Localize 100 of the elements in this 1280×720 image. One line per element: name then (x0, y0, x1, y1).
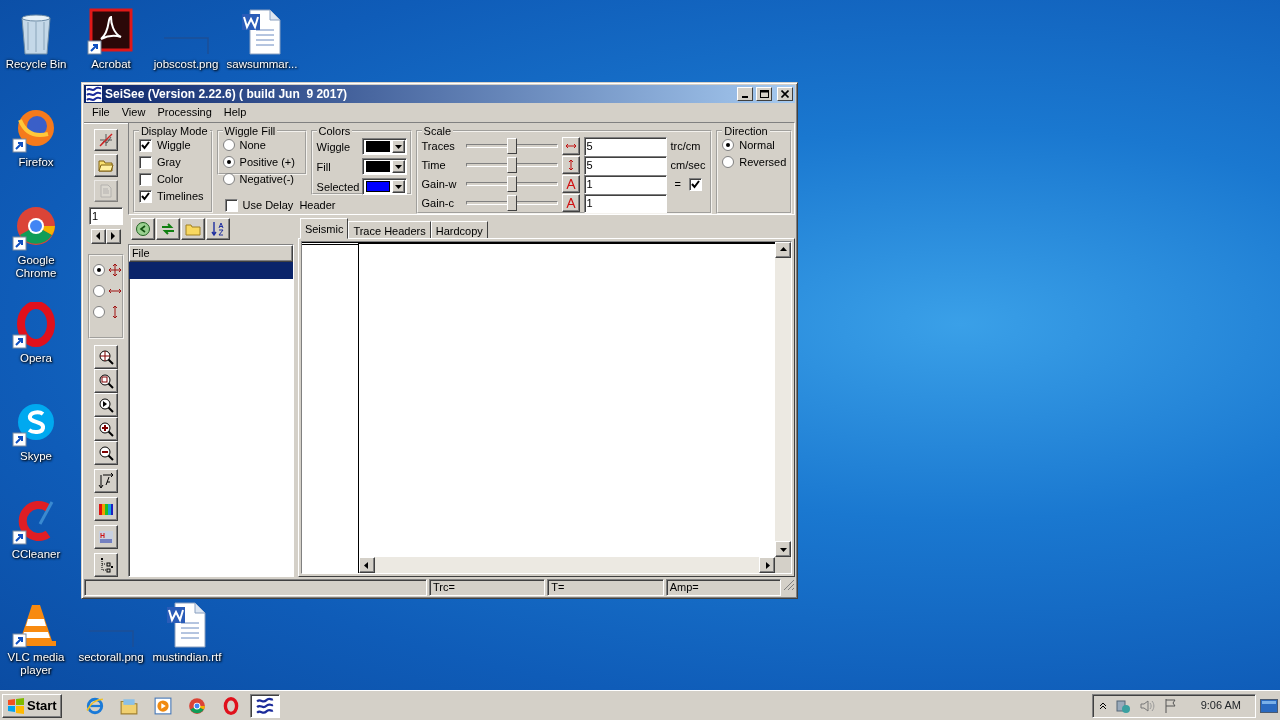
clock[interactable]: 9:06 AM (1200, 697, 1241, 714)
maximize-button[interactable] (756, 87, 772, 101)
toolbar-button[interactable] (93, 154, 118, 177)
previous-button[interactable] (90, 229, 106, 244)
icon-label[interactable]: VLC media player (0, 651, 75, 677)
tab[interactable]: Hardcopy (430, 220, 488, 239)
menu-item[interactable]: Help (217, 104, 253, 121)
scroll-arrow-button[interactable] (759, 557, 775, 573)
radio-button[interactable] (722, 156, 735, 169)
checkbox[interactable] (224, 198, 238, 212)
chevron-up-icon[interactable] (1098, 701, 1107, 710)
toolbar-button[interactable] (93, 525, 118, 549)
value-field[interactable]: 5 (583, 136, 667, 156)
toolbar-button[interactable] (205, 217, 230, 240)
slider-thumb[interactable] (506, 194, 517, 211)
toolbar-button[interactable] (93, 469, 118, 493)
toolbar-button[interactable] (93, 369, 118, 393)
icon-label[interactable]: Google Chrome (0, 254, 75, 280)
radio-button[interactable] (222, 139, 235, 152)
pdf-icon[interactable] (87, 8, 135, 56)
scale-button[interactable] (561, 137, 580, 156)
value-field[interactable]: 1 (583, 193, 667, 213)
slider-thumb[interactable] (506, 137, 517, 154)
icon-label[interactable]: CCleaner (11, 548, 61, 561)
toolbar-button[interactable] (93, 441, 118, 465)
toolbar-button[interactable] (180, 217, 205, 240)
scale-button[interactable] (561, 194, 580, 213)
radio-button[interactable] (222, 173, 235, 186)
scroll-arrow-button[interactable] (775, 541, 791, 557)
toolbar-button[interactable] (93, 417, 118, 441)
scale-button[interactable] (561, 156, 580, 175)
scale-button[interactable] (561, 175, 580, 194)
slider[interactable] (465, 193, 558, 213)
tab[interactable]: Seismic (299, 217, 349, 239)
radio-label[interactable]: Reversed (739, 154, 787, 171)
scroll-arrow-button[interactable] (775, 241, 791, 258)
slider[interactable] (465, 155, 558, 175)
dropdown-button[interactable] (391, 140, 405, 154)
radio-label[interactable]: Positive (+) (239, 154, 295, 171)
value-field[interactable]: 1 (583, 174, 667, 194)
radio-button[interactable] (92, 264, 105, 277)
icon-label[interactable]: sectorall.png (78, 651, 144, 664)
checkbox-label[interactable]: Timelines (156, 188, 204, 205)
color-dropdown[interactable] (361, 138, 407, 156)
minimize-button[interactable] (737, 87, 753, 101)
radio-label[interactable]: Normal (739, 137, 775, 154)
toolbar-button[interactable] (93, 345, 118, 369)
icon-label[interactable]: Firefox (18, 156, 54, 169)
radio-label[interactable]: Negative(-) (239, 171, 294, 188)
toolbar-button[interactable] (93, 393, 118, 417)
icon-label[interactable]: Recycle Bin (5, 58, 67, 71)
icon-label[interactable]: mustindian.rtf (152, 651, 222, 664)
checkbox-label[interactable]: Wiggle (156, 137, 191, 154)
slider[interactable] (465, 174, 558, 194)
dropdown-button[interactable] (391, 160, 405, 174)
checkbox[interactable] (138, 172, 152, 186)
checkbox-label[interactable]: Use Delay Header (242, 197, 336, 214)
radio-button[interactable] (92, 285, 105, 298)
menu-item[interactable]: View (115, 104, 152, 121)
slider-thumb[interactable] (506, 156, 517, 173)
toolbar-button[interactable] (93, 128, 118, 152)
icon-label[interactable]: jobscost.png (153, 58, 219, 71)
menu-item[interactable]: Processing (151, 104, 218, 121)
color-dropdown[interactable] (361, 178, 407, 196)
close-button[interactable] (777, 87, 793, 101)
icon-label[interactable]: Opera (20, 352, 52, 365)
color-dropdown[interactable] (361, 158, 407, 176)
left-arrow-icon (95, 232, 102, 241)
checkbox[interactable] (138, 138, 152, 152)
vertical-scrollbar[interactable] (775, 241, 791, 557)
checkbox-label[interactable]: Color (156, 171, 184, 188)
toolbar-button[interactable] (93, 497, 118, 521)
checkbox[interactable] (138, 155, 152, 169)
value-field[interactable]: 5 (583, 155, 667, 175)
taskbar-button[interactable] (249, 693, 280, 718)
radio-button[interactable] (92, 306, 105, 319)
toolbar-button[interactable] (155, 217, 180, 240)
move-arrows-icon[interactable] (108, 264, 121, 277)
dropdown-button[interactable] (391, 180, 405, 194)
flag-icon[interactable] (1162, 697, 1179, 714)
page-field[interactable]: 1 (88, 207, 123, 225)
menu-item[interactable]: File (86, 104, 116, 121)
icon-label[interactable]: Skype (20, 450, 52, 463)
checkbox-label[interactable]: Gray (156, 154, 181, 171)
slider-thumb[interactable] (506, 175, 517, 192)
start-button[interactable]: Start (2, 693, 62, 718)
show-desktop-icon[interactable] (1260, 697, 1278, 714)
checkbox[interactable] (138, 189, 152, 203)
radio-label[interactable]: None (239, 137, 266, 154)
icon-label[interactable]: Acrobat (91, 58, 131, 71)
tab[interactable]: Trace Headers (348, 220, 431, 239)
slider[interactable] (465, 136, 558, 156)
horizontal-scrollbar[interactable] (358, 557, 775, 573)
icon-label[interactable]: sawsummar... (226, 58, 298, 71)
column-header[interactable]: File (128, 244, 293, 262)
toolbar-button[interactable] (130, 217, 155, 240)
checkbox[interactable] (689, 177, 702, 191)
radio-button[interactable] (222, 156, 235, 169)
radio-button[interactable] (722, 139, 735, 152)
toolbar-button[interactable] (93, 553, 118, 577)
